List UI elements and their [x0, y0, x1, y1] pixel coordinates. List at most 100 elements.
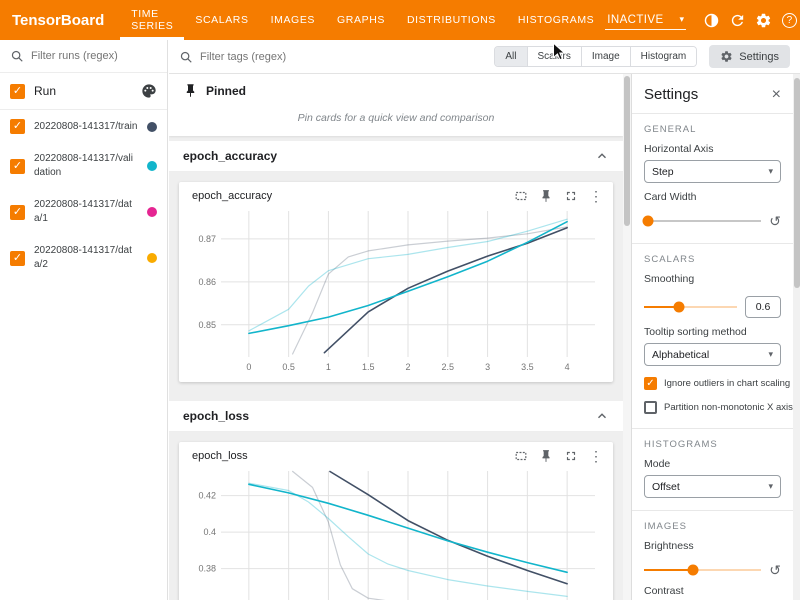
card-title: epoch_loss — [192, 450, 248, 462]
palette-icon[interactable] — [141, 83, 157, 99]
slider-thumb[interactable] — [688, 565, 699, 576]
svg-text:0.4: 0.4 — [203, 527, 216, 537]
run-list-item[interactable]: ✓ 20220808-141317/data/2 — [0, 235, 167, 281]
fullscreen-icon[interactable] — [564, 449, 578, 463]
tag-filter-input[interactable] — [200, 51, 350, 63]
more-options-icon[interactable]: ⋮ — [589, 189, 603, 203]
partition-x-label: Partition non-monotonic X axis — [664, 402, 793, 413]
filter-toggle-histogram[interactable]: Histogram — [630, 47, 697, 66]
tab-graphs[interactable]: GRAPHS — [326, 0, 396, 40]
tab-images[interactable]: IMAGES — [260, 0, 326, 40]
brightness-label: Brightness — [644, 540, 781, 552]
run-color-dot — [147, 122, 157, 132]
run-select-all-checkbox[interactable]: ✓ — [10, 84, 25, 99]
runs-filter-row — [0, 40, 167, 73]
partition-x-checkbox[interactable] — [644, 401, 657, 414]
smoothing-slider[interactable] — [644, 306, 737, 308]
run-list-item[interactable]: ✓ 20220808-141317/data/1 — [0, 189, 167, 235]
section-header-epoch-accuracy[interactable]: epoch_accuracy — [169, 141, 623, 172]
run-list-header: ✓ Run — [0, 73, 167, 110]
epoch-loss-chart[interactable]: 00.511.522.533.540.360.380.40.42 — [185, 465, 605, 600]
settings-scrollbar[interactable] — [793, 74, 800, 600]
svg-text:0.38: 0.38 — [198, 564, 216, 574]
refresh-button[interactable] — [724, 7, 750, 33]
brightness-row: ↺ — [644, 563, 781, 577]
tab-histograms[interactable]: HISTOGRAMS — [507, 0, 605, 40]
tab-time-series[interactable]: TIME SERIES — [120, 0, 184, 40]
card-width-slider[interactable] — [644, 220, 761, 222]
main-scrollbar[interactable] — [623, 74, 631, 600]
brightness-slider[interactable] — [644, 569, 761, 571]
histogram-mode-select[interactable]: Offset ▾ — [644, 475, 781, 498]
tab-scalars[interactable]: SCALARS — [184, 0, 259, 40]
gear-icon — [720, 50, 733, 63]
section-body: epoch_accuracy ⋮ 00.511.52 — [169, 172, 623, 396]
card-width-label: Card Width — [644, 191, 781, 203]
run-list-item[interactable]: ✓ 20220808-141317/train — [0, 110, 167, 143]
tooltip-sort-select[interactable]: Alphabetical ▾ — [644, 343, 781, 366]
scrollbar-thumb[interactable] — [624, 76, 630, 226]
section-header-epoch-loss[interactable]: epoch_loss — [169, 401, 623, 432]
card-width-row: ↺ — [644, 214, 781, 228]
reload-status-dropdown[interactable]: INACTIVE ▾ — [605, 11, 686, 30]
slider-thumb[interactable] — [674, 302, 685, 313]
chevron-up-icon[interactable] — [595, 149, 609, 163]
slider-thumb[interactable] — [642, 216, 653, 227]
epoch-accuracy-chart[interactable]: 00.511.522.533.540.850.860.87 — [185, 205, 605, 375]
horizontal-axis-select[interactable]: Step ▾ — [644, 160, 781, 183]
pin-card-icon[interactable] — [539, 449, 553, 463]
filter-toggle-scalars[interactable]: Scalars — [527, 47, 581, 66]
reset-icon[interactable]: ↺ — [769, 214, 781, 228]
filter-toggle-all[interactable]: All — [495, 47, 526, 66]
settings-button[interactable]: Settings — [709, 45, 790, 68]
reset-icon[interactable]: ↺ — [769, 563, 781, 577]
svg-text:0.5: 0.5 — [282, 362, 295, 372]
svg-text:0.86: 0.86 — [198, 277, 216, 287]
help-button[interactable]: ? — [776, 7, 800, 33]
header-settings-button[interactable] — [750, 7, 776, 33]
section-title: epoch_loss — [183, 409, 249, 423]
card-actions: ⋮ — [514, 189, 603, 203]
run-color-dot — [147, 207, 157, 217]
svg-text:3.5: 3.5 — [521, 362, 534, 372]
settings-section-images: IMAGES Brightness ↺ Contrast ↺ Show actu… — [632, 511, 793, 600]
run-label: 20220808-141317/train — [34, 120, 138, 134]
more-options-icon[interactable]: ⋮ — [589, 449, 603, 463]
run-filter-input[interactable] — [31, 50, 156, 62]
pin-card-icon[interactable] — [539, 189, 553, 203]
run-checkbox[interactable]: ✓ — [10, 205, 25, 220]
run-checkbox[interactable]: ✓ — [10, 251, 25, 266]
ignore-outliers-row: ✓ Ignore outliers in chart scaling — [644, 377, 781, 390]
settings-section-general: GENERAL Horizontal Axis Step ▾ Card Widt… — [632, 114, 793, 243]
close-icon[interactable]: × — [772, 87, 781, 103]
chevron-up-icon[interactable] — [595, 409, 609, 423]
fullscreen-icon[interactable] — [564, 189, 578, 203]
run-column-title: Run — [34, 84, 132, 98]
scrollbar-thumb[interactable] — [794, 78, 800, 288]
svg-text:3: 3 — [485, 362, 490, 372]
settings-button-label: Settings — [739, 51, 779, 63]
run-checkbox[interactable]: ✓ — [10, 159, 25, 174]
tensorboard-logo: TensorBoard — [0, 0, 120, 40]
svg-text:1.5: 1.5 — [362, 362, 375, 372]
tag-toolbar: All Scalars Image Histogram Settings — [169, 40, 800, 74]
theme-toggle-button[interactable] — [698, 7, 724, 33]
run-checkbox[interactable]: ✓ — [10, 119, 25, 134]
svg-text:2.5: 2.5 — [442, 362, 455, 372]
run-list-item[interactable]: ✓ 20220808-141317/validation — [0, 143, 167, 189]
smoothing-input[interactable] — [745, 296, 781, 318]
tooltip-sort-label: Tooltip sorting method — [644, 326, 781, 338]
pin-icon — [183, 83, 198, 98]
run-color-dot — [147, 253, 157, 263]
search-icon — [10, 49, 24, 63]
tab-distributions[interactable]: DISTRIBUTIONS — [396, 0, 507, 40]
fit-to-data-icon[interactable] — [514, 449, 528, 463]
section-title: epoch_accuracy — [183, 149, 277, 163]
ignore-outliers-checkbox[interactable]: ✓ — [644, 377, 657, 390]
fit-to-data-icon[interactable] — [514, 189, 528, 203]
contrast-icon — [703, 12, 720, 29]
filter-toggle-image[interactable]: Image — [581, 47, 630, 66]
settings-section-scalars: SCALARS Smoothing Tooltip sorting method… — [632, 244, 793, 428]
svg-text:0.42: 0.42 — [198, 491, 216, 501]
run-label: 20220808-141317/data/1 — [34, 198, 138, 226]
